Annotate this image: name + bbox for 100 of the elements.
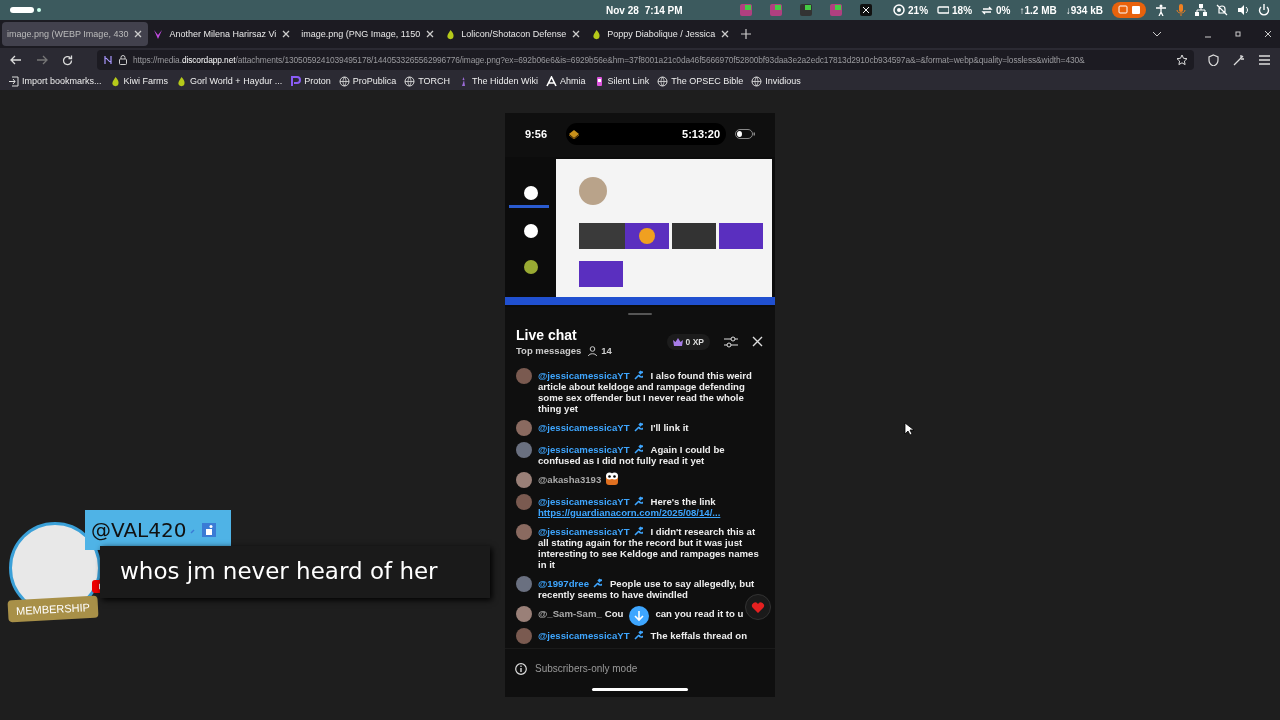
chat-author[interactable]: @1997dree bbox=[538, 578, 589, 589]
bookmark-link[interactable]: The Hidden Wiki bbox=[458, 75, 539, 87]
extension-icon[interactable] bbox=[1233, 54, 1245, 66]
forward-icon[interactable] bbox=[36, 55, 48, 65]
author-name: @VAL420 bbox=[91, 518, 187, 542]
drag-handle[interactable] bbox=[628, 313, 652, 315]
xp-pill[interactable]: 0 XP bbox=[666, 333, 710, 350]
back-icon[interactable] bbox=[10, 55, 22, 65]
chat-message: @jessicamessicaYT I didn't research this at all stating again for the record but it was just interesting to see Keldoge and rampages names in it bbox=[538, 526, 760, 570]
globe-icon bbox=[657, 75, 669, 87]
flame-icon bbox=[176, 75, 188, 87]
bookmark-link[interactable]: Invidious bbox=[751, 75, 801, 87]
chat-author[interactable]: @jessicamessicaYT bbox=[538, 422, 630, 433]
microphone-icon[interactable] bbox=[1176, 4, 1186, 16]
sliders-icon[interactable] bbox=[724, 335, 738, 348]
bookmark-link[interactable]: Proton bbox=[290, 75, 331, 87]
accessibility-icon[interactable] bbox=[1155, 4, 1167, 16]
swap-reading: 0% bbox=[996, 4, 1011, 16]
avatar[interactable] bbox=[516, 420, 532, 436]
close-icon[interactable] bbox=[752, 336, 763, 347]
address-field[interactable] bbox=[97, 50, 1194, 70]
browser-tab[interactable]: image.png (WEBP Image, 430 bbox=[2, 22, 149, 46]
chat-app-icon[interactable] bbox=[800, 4, 813, 16]
chat-message-text: whos jm never heard of her bbox=[100, 546, 490, 598]
bookmark-link[interactable]: Ahmia bbox=[546, 75, 586, 87]
workspace-indicator-icon[interactable] bbox=[10, 6, 42, 14]
tab-list-chevron-icon[interactable] bbox=[1152, 31, 1162, 37]
download-reading: ↓934 kB bbox=[1065, 4, 1103, 16]
avatar[interactable] bbox=[516, 442, 532, 458]
chat-author[interactable]: @jessicamessicaYT bbox=[538, 370, 630, 381]
bookmark-link[interactable]: Import bookmarks... bbox=[8, 75, 102, 87]
sticker-icon bbox=[604, 471, 621, 485]
screen-record-indicator-icon[interactable] bbox=[1112, 2, 1146, 18]
chat-filter-menu[interactable]: Top messages bbox=[516, 345, 582, 356]
avatar[interactable] bbox=[516, 628, 532, 644]
date-text: Nov 28 bbox=[606, 4, 639, 16]
volume-icon[interactable] bbox=[1237, 4, 1249, 16]
reload-icon[interactable] bbox=[62, 54, 73, 66]
avatar[interactable] bbox=[516, 472, 532, 488]
menu-icon[interactable] bbox=[1259, 55, 1270, 65]
close-icon[interactable] bbox=[133, 29, 144, 39]
browser-tab[interactable]: Another Milena Harirsaz Vi bbox=[148, 22, 297, 46]
avatar[interactable] bbox=[516, 576, 532, 592]
trash-icon bbox=[202, 523, 217, 537]
globe-icon bbox=[751, 75, 763, 87]
phone-clock: 9:56 bbox=[525, 128, 548, 140]
chat-author[interactable]: @_Sam-Sam_ bbox=[538, 608, 602, 619]
globe-icon bbox=[338, 75, 350, 87]
chat-author[interactable]: @akasha3193 bbox=[538, 474, 602, 485]
chat-author[interactable]: @jessicamessicaYT bbox=[538, 444, 630, 455]
bookmark-link[interactable]: TORCH bbox=[404, 75, 451, 87]
chat-message: @jessicamessicaYT Again I could be confused as I did not fully read it yet bbox=[538, 444, 726, 466]
cpu-icon bbox=[893, 4, 906, 16]
person-icon bbox=[588, 345, 598, 356]
info-icon bbox=[515, 662, 527, 675]
chat-author[interactable]: @jessicamessicaYT bbox=[538, 630, 630, 641]
chat-mode-text: Subscribers-only mode bbox=[535, 663, 638, 674]
chat-title: Live chat bbox=[516, 327, 578, 343]
close-icon[interactable] bbox=[720, 29, 731, 39]
timer-text: 5:13:20 bbox=[682, 128, 720, 140]
browser-tab[interactable]: Lolicon/Shotacon Defense bbox=[440, 22, 587, 46]
permissions-icon[interactable] bbox=[103, 55, 113, 65]
app-icon[interactable] bbox=[860, 4, 873, 16]
avatar[interactable] bbox=[516, 368, 532, 384]
avatar[interactable] bbox=[516, 524, 532, 540]
avatar[interactable] bbox=[516, 494, 532, 510]
avatar[interactable] bbox=[516, 606, 532, 622]
chat-author[interactable]: @jessicamessicaYT bbox=[538, 526, 630, 537]
close-icon[interactable] bbox=[281, 29, 292, 39]
bookmark-link[interactable]: The OPSEC Bible bbox=[657, 75, 744, 87]
memory-reading: 18% bbox=[952, 4, 973, 16]
new-tab-icon[interactable] bbox=[741, 29, 752, 39]
flame-icon bbox=[591, 28, 603, 40]
bookmark-link[interactable]: Gorl World + Haydur ... bbox=[176, 75, 283, 87]
chat-message: @jessicamessicaYT I'll link it bbox=[538, 422, 690, 435]
crown-icon bbox=[672, 337, 683, 346]
chat-author[interactable]: @jessicamessicaYT bbox=[538, 496, 630, 507]
maximize-icon[interactable] bbox=[1234, 30, 1242, 38]
shield-icon[interactable] bbox=[1208, 54, 1219, 66]
bookmark-link[interactable]: Silent Link bbox=[593, 75, 650, 87]
proton-logo-icon bbox=[290, 75, 302, 87]
lock-icon[interactable] bbox=[119, 55, 127, 65]
close-icon[interactable] bbox=[571, 29, 582, 39]
bookmark-link[interactable]: ProPublica bbox=[338, 75, 397, 87]
close-icon[interactable] bbox=[425, 29, 436, 39]
power-icon[interactable] bbox=[1258, 4, 1270, 16]
letter-logo-icon bbox=[546, 75, 558, 87]
close-icon[interactable] bbox=[1264, 30, 1272, 38]
flame-icon bbox=[445, 28, 457, 40]
browser-tab[interactable]: Poppy Diabolique / Jessica bbox=[586, 22, 736, 46]
network-icon[interactable] bbox=[1195, 4, 1207, 16]
bookmark-star-icon[interactable] bbox=[1176, 54, 1188, 66]
bookmark-link[interactable]: Kiwi Farms bbox=[109, 75, 169, 87]
chat-message: @1997dree People use to say allegedly, but recently seems to have dwindled bbox=[538, 578, 756, 600]
browser-tab[interactable]: image.png (PNG Image, 1150 bbox=[296, 22, 441, 46]
book-icon bbox=[568, 129, 580, 139]
notifications-off-icon[interactable] bbox=[1216, 4, 1228, 16]
scroll-down-icon[interactable] bbox=[629, 606, 649, 626]
url-text: https://media.discordapp.net/attachments/1305059241039495178/1440533265562996776/image.png?ex=692b06e6&is=6929b56e&hm=37f8001a21c0da46f5666970f52800bf93daa3e2a2edc17813d2910cb934597a&=&format=webp&quality=lossless&width=430& bbox=[133, 55, 1086, 65]
message-link[interactable]: https://guardianacorn.com/2025/08/14/... bbox=[538, 507, 721, 518]
